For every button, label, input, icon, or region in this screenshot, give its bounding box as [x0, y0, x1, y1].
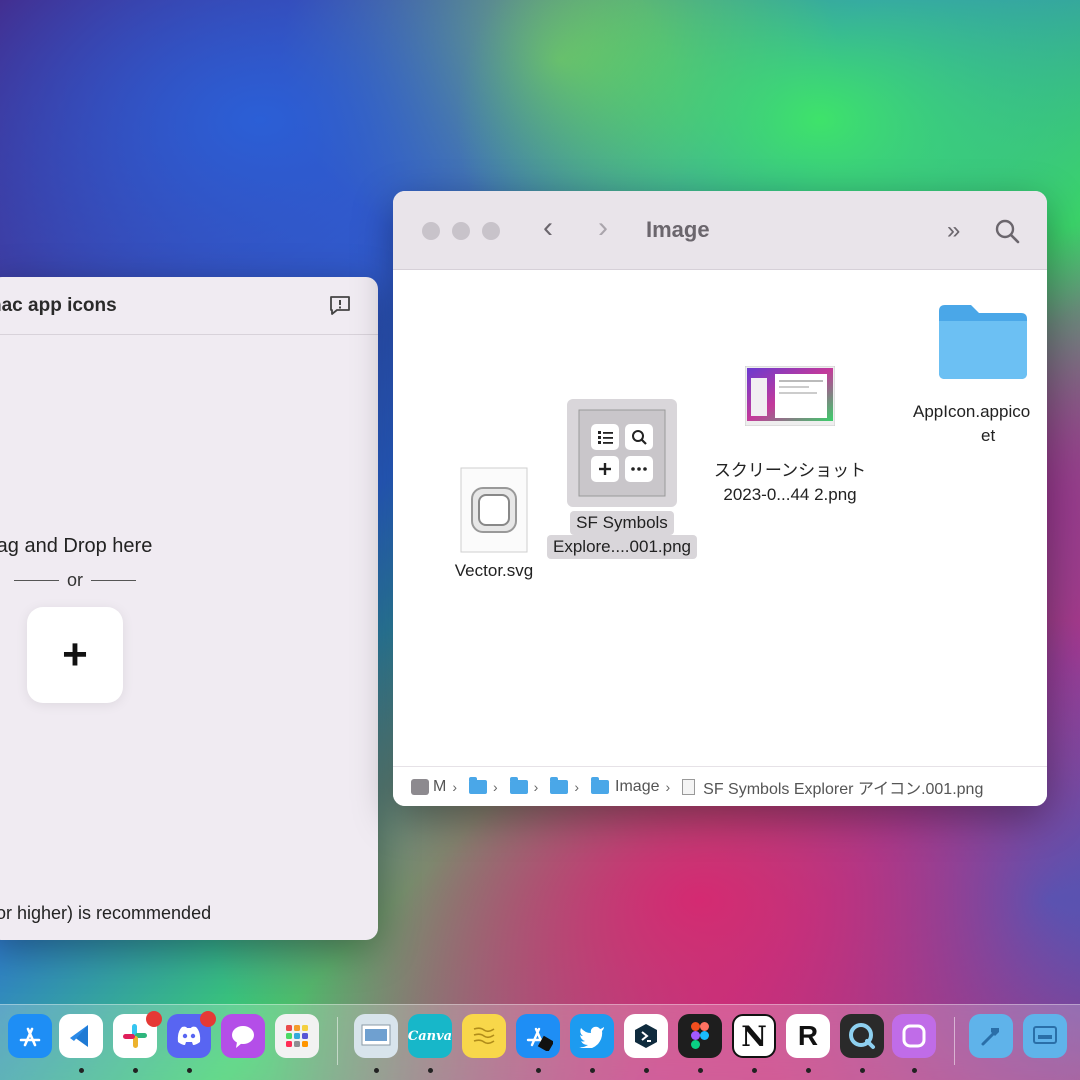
running-indicator [912, 1068, 917, 1073]
minimize-button[interactable] [452, 222, 470, 240]
chevron-right-icon: › [574, 778, 580, 795]
launchpad-icon[interactable] [275, 1014, 319, 1058]
figma-icon[interactable] [678, 1014, 722, 1058]
file-name-line2: Explore....001.png [547, 535, 697, 559]
running-indicator [590, 1068, 595, 1073]
file-selection-highlight [567, 399, 677, 507]
file-item[interactable]: スクリーンショット 2023-0...44 2.png [705, 365, 875, 507]
app-window: nac app icons rag and Drop here or + (or… [0, 277, 378, 940]
app-title: nac app icons [0, 294, 117, 316]
sf-symbols-app-icon[interactable] [892, 1014, 936, 1058]
folder-icon [939, 305, 1027, 379]
folder-name-line1: AppIcon.appico [913, 402, 1031, 421]
canva-icon[interactable]: Canva [408, 1014, 452, 1058]
running-indicator [644, 1068, 649, 1073]
chevron-right-icon: › [452, 778, 457, 795]
close-button[interactable] [422, 222, 440, 240]
toolbar-overflow-button[interactable]: » [947, 217, 961, 245]
running-indicator [374, 1068, 379, 1073]
folder-item[interactable]: AppIcon.appico et [903, 301, 1047, 448]
running-indicator [187, 1068, 192, 1073]
twitter-icon[interactable] [570, 1014, 614, 1058]
chevron-right-icon: › [665, 778, 671, 795]
notion-icon[interactable]: N [732, 1014, 776, 1058]
finder-toolbar: ‹ › Image » [393, 191, 1047, 270]
path-crumb-folder[interactable]: › [550, 776, 585, 795]
app-titlebar: nac app icons [0, 277, 378, 335]
running-indicator [79, 1068, 84, 1073]
file-name-line1: スクリーンショット [713, 461, 867, 480]
path-crumb-home[interactable]: › [509, 776, 545, 795]
stickies-icon[interactable] [462, 1014, 506, 1058]
document-icon [682, 778, 696, 795]
finder-window: ‹ › Image » Vector.svg SF Symbols Explor… [393, 191, 1047, 806]
sf-symbols-thumbnail-icon [578, 409, 666, 497]
back-button[interactable]: ‹ [543, 213, 553, 243]
folder-icon [550, 776, 569, 794]
running-indicator [428, 1068, 433, 1073]
dock-separator [954, 1017, 955, 1065]
zoom-button[interactable] [482, 222, 500, 240]
notification-badge [146, 1011, 162, 1027]
xcode-app-store-icon[interactable] [516, 1014, 560, 1058]
app-store-icon[interactable] [8, 1014, 52, 1058]
home-folder-icon [509, 776, 528, 794]
notification-badge [200, 1011, 216, 1027]
preview-icon[interactable] [354, 1014, 398, 1058]
drive-icon [411, 778, 429, 795]
running-indicator [536, 1068, 541, 1073]
vscode-icon[interactable] [59, 1014, 103, 1058]
forward-button[interactable]: › [598, 213, 608, 243]
r-app-icon[interactable]: R [786, 1014, 830, 1058]
path-crumb-image[interactable]: Image › [591, 776, 676, 796]
running-indicator [860, 1068, 865, 1073]
chevron-right-icon: › [493, 778, 498, 795]
folder-icon [591, 776, 610, 794]
finder-title: Image [646, 217, 710, 242]
dock: Canva N R [0, 1004, 1080, 1080]
search-icon[interactable] [993, 217, 1021, 245]
window-folder-icon[interactable] [1023, 1014, 1067, 1058]
xcode-folder-icon[interactable] [969, 1014, 1013, 1058]
drop-zone-text: rag and Drop here [0, 535, 153, 557]
chevron-right-icon: › [533, 778, 539, 795]
running-indicator [752, 1068, 757, 1073]
user-folder-icon [469, 776, 487, 794]
path-crumb-drive[interactable]: M › [411, 778, 463, 796]
feedback-icon[interactable] [328, 294, 352, 318]
dock-separator [337, 1017, 338, 1065]
prompt-icon[interactable] [624, 1014, 668, 1058]
quicktime-icon[interactable] [840, 1014, 884, 1058]
add-file-button[interactable]: + [27, 607, 123, 703]
folder-name-line2: et [981, 426, 996, 445]
file-name-line2: 2023-0...44 2.png [723, 485, 857, 504]
recommendation-text: (or higher) is recommended [0, 903, 212, 923]
svg-file-icon [460, 467, 528, 553]
running-indicator [698, 1068, 703, 1073]
file-name-line1: SF Symbols [570, 511, 674, 535]
running-indicator [806, 1068, 811, 1073]
path-crumb-user[interactable]: › [469, 776, 504, 795]
running-indicator [133, 1068, 138, 1073]
path-crumb-file[interactable]: SF Symbols Explorer アイコン.001.png [682, 775, 983, 799]
path-bar: M › › › › Image › SF Symbols Explorer アイ… [393, 766, 1047, 806]
file-item-selected[interactable]: SF Symbols Explore....001.png [537, 399, 707, 559]
screenshot-thumbnail-icon [744, 365, 836, 427]
or-label: or [66, 570, 83, 590]
file-item[interactable]: Vector.svg [439, 466, 549, 583]
file-name: Vector.svg [454, 561, 534, 580]
or-divider: or [14, 570, 136, 591]
messenger-icon[interactable] [221, 1014, 265, 1058]
